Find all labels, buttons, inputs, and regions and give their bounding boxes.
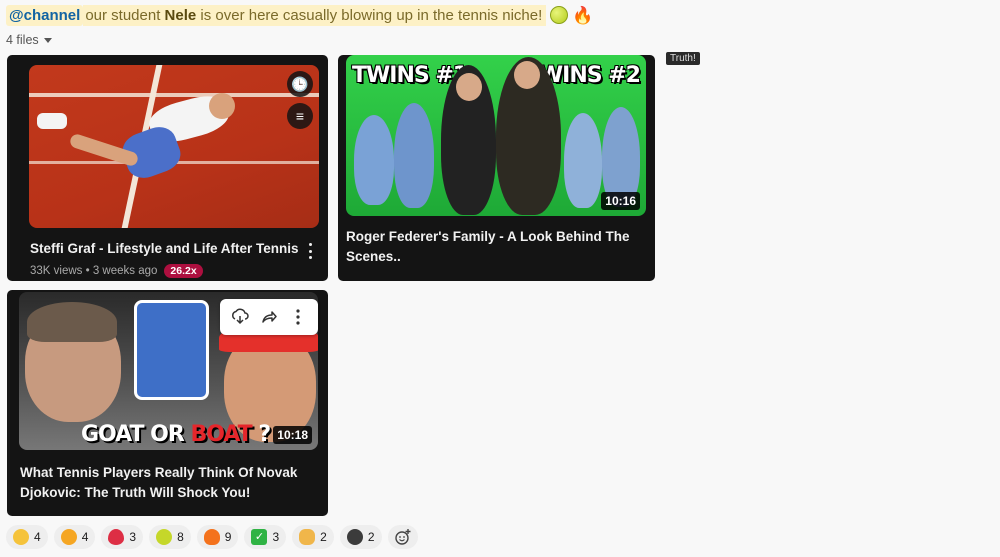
add-reaction-button[interactable]: [387, 525, 418, 549]
truth-tag: Truth!: [666, 52, 700, 65]
fire-emoji-icon: [203, 529, 220, 545]
channel-mention[interactable]: @channel: [6, 4, 84, 26]
share-icon[interactable]: [257, 305, 281, 329]
add-emoji-icon: [394, 529, 410, 545]
files-toggle[interactable]: 4 files: [6, 33, 52, 47]
red-heart-emoji-icon: [108, 529, 125, 545]
tennis-ball-icon: [550, 6, 569, 24]
reaction-check-mark[interactable]: ✓ 3: [244, 525, 287, 549]
check-mark-emoji-icon: ✓: [251, 529, 268, 545]
gorilla-emoji-icon: [346, 529, 363, 545]
reactions-bar: 4 4 3 8 9 ✓ 3 2 2: [6, 525, 418, 549]
reaction-tennis-ball[interactable]: 8: [149, 525, 191, 549]
thumb-text-goat-or-boat: GOAT OR BOAT ?: [81, 422, 271, 447]
outlier-badge: 26.2x: [164, 264, 203, 278]
video-meta: 33K views • 3 weeks ago 26.2x: [30, 264, 203, 278]
reaction-red-heart[interactable]: 3: [101, 525, 144, 549]
download-icon[interactable]: [228, 305, 252, 329]
outlier-badge: 71.3x: [826, 262, 866, 276]
watch-later-icon[interactable]: 🕒: [287, 71, 313, 97]
video-duration: 10:30: [933, 202, 972, 220]
file-hover-toolbar: [220, 299, 318, 335]
video-title[interactable]: Roger Federer's Family - A Look Behind T…: [346, 227, 636, 267]
message-text: @channel our student Nele is over here c…: [6, 2, 593, 28]
party-face-emoji-icon: [60, 529, 77, 545]
video-meta: 91K views • 1 month ago 71.3x: [693, 262, 866, 276]
video-duration: 10:18: [273, 426, 312, 444]
reaction-party-face[interactable]: 4: [53, 525, 96, 549]
student-name: Nele: [164, 6, 197, 24]
fire-icon: 🔥: [572, 5, 594, 25]
reaction-fire[interactable]: 9: [196, 525, 239, 549]
video-thumbnail: NADAL FAMILY 10:30: [694, 66, 978, 226]
video-duration: 10:16: [601, 192, 640, 210]
video-thumbnail: TWINS #1 TWINS #2 10:16: [346, 55, 646, 216]
video-title[interactable]: Steffi Graf - Lifestyle and Life After T…: [30, 239, 300, 259]
more-options-icon[interactable]: [308, 243, 312, 259]
caret-down-icon: [43, 37, 52, 43]
files-count-label: 4 files: [6, 33, 39, 47]
video-thumbnail: 🕒 ≡: [29, 65, 319, 228]
video-title[interactable]: What Tennis Players Really Think Of Nova…: [20, 463, 310, 503]
add-to-queue-icon[interactable]: ≡: [287, 103, 313, 129]
video-title[interactable]: Rafael Nadal's Family: [693, 237, 963, 257]
file-card-roger-federer[interactable]: TWINS #1 TWINS #2 10:16 Roger Federer's …: [338, 55, 655, 281]
tennis-ball-emoji-icon: [156, 529, 173, 545]
message-body: our student Nele is over here casually b…: [83, 4, 547, 26]
more-options-icon[interactable]: [286, 305, 310, 329]
reaction-starstruck[interactable]: 4: [6, 525, 48, 549]
reaction-pointing-hand[interactable]: 2: [292, 525, 334, 549]
file-card-steffi-graf[interactable]: 🕒 ≡ Steffi Graf - Lifestyle and Life Aft…: [7, 55, 328, 281]
starstruck-emoji-icon: [13, 529, 29, 545]
pointing-hand-emoji-icon: [299, 529, 316, 545]
thumb-text-nadal-family: NADAL FAMILY: [704, 70, 851, 162]
file-card-rafael-nadal[interactable]: NADAL FAMILY 10:30 Rafael Nadal's Family…: [666, 55, 987, 281]
reaction-gorilla[interactable]: 2: [339, 525, 382, 549]
